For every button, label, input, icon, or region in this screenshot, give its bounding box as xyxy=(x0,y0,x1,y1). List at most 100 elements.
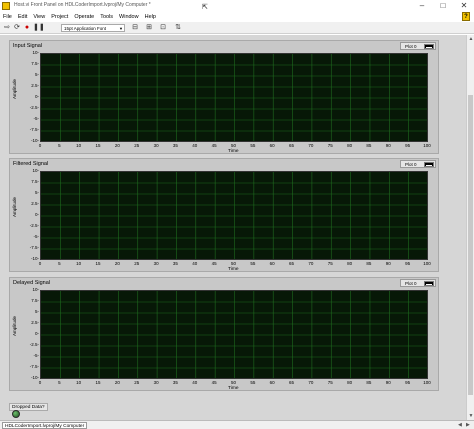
menu-operate[interactable]: Operate xyxy=(74,14,94,20)
menu-edit[interactable]: Edit xyxy=(18,14,27,20)
y-tick-label: -2.5- xyxy=(29,223,39,228)
x-tick-label: 65 xyxy=(289,143,295,148)
mouse-cursor-icon: ⇱ xyxy=(202,4,208,11)
y-tick-label: -2.5- xyxy=(29,342,39,347)
scrollbar-thumb[interactable] xyxy=(468,95,473,395)
x-tick-label: 95 xyxy=(405,380,411,385)
x-tick-label: 10 xyxy=(76,380,82,385)
close-button[interactable]: ✕ xyxy=(454,0,474,12)
x-tick-label: 5 xyxy=(58,143,61,148)
y-tick-label: 0- xyxy=(34,212,39,217)
x-tick-label: 75 xyxy=(327,143,333,148)
plot-line-swatch-icon xyxy=(424,281,434,286)
y-tick-label: 10- xyxy=(32,50,39,55)
run-continuously-icon[interactable]: ⟳ xyxy=(13,23,21,32)
plot-grid xyxy=(41,291,427,378)
x-tick-label: 85 xyxy=(366,261,372,266)
menu-file[interactable]: File xyxy=(3,14,12,20)
delayed-signal-graph[interactable]: Delayed Signal Plot 0 Amplitude 10- 7.5- 5… xyxy=(9,277,439,391)
x-axis-label: Time xyxy=(228,267,239,272)
y-tick-label: 2.5- xyxy=(31,83,39,88)
scroll-right-icon[interactable]: ▶ xyxy=(466,422,470,428)
x-axis-label: Time xyxy=(228,149,239,154)
x-tick-label: 65 xyxy=(289,380,295,385)
x-tick-label: 60 xyxy=(269,261,275,266)
align-objects-icon[interactable]: ⊟ xyxy=(130,23,140,32)
legend-plot-name: Plot 0 xyxy=(405,162,417,167)
plot-area[interactable] xyxy=(40,53,428,142)
x-tick-label: 20 xyxy=(114,143,120,148)
y-axis-label: Amplitude xyxy=(12,315,17,336)
scroll-up-icon[interactable]: ▲ xyxy=(467,35,474,43)
scroll-left-icon[interactable]: ◀ xyxy=(458,422,462,428)
x-tick-label: 100 xyxy=(423,380,431,385)
menu-project[interactable]: Project xyxy=(51,14,68,20)
distribute-objects-icon[interactable]: ⊞ xyxy=(144,23,154,32)
maximize-button[interactable]: □ xyxy=(433,0,453,12)
x-tick-label: 0 xyxy=(38,143,42,148)
vertical-scrollbar[interactable]: ▲ ▼ xyxy=(466,35,474,420)
x-tick-label: 85 xyxy=(366,380,372,385)
x-tick-label: 75 xyxy=(327,261,333,266)
x-tick-label: 0 xyxy=(38,261,42,266)
x-tick-label: 70 xyxy=(308,261,314,266)
y-tick-label: -7.5- xyxy=(29,245,39,250)
x-tick-label: 15 xyxy=(95,261,101,266)
plot-legend[interactable]: Plot 0 xyxy=(400,42,436,50)
input-signal-graph[interactable]: Input Signal Plot 0 Amplitude 10- 7.5- 5- 2… xyxy=(9,40,439,154)
context-help-icon[interactable]: ? xyxy=(462,12,470,21)
window-title: Host.vi Front Panel on HDLCoderImport.lv… xyxy=(14,2,151,8)
x-tick-label: 25 xyxy=(134,380,140,385)
x-tick-label: 50 xyxy=(230,143,236,148)
x-tick-label: 25 xyxy=(134,143,140,148)
x-tick-label: 30 xyxy=(153,261,159,266)
filtered-signal-graph[interactable]: Filtered Signal Plot 0 Amplitude 10- 7.5-… xyxy=(9,158,439,272)
scroll-down-icon[interactable]: ▼ xyxy=(467,412,474,420)
menu-view[interactable]: View xyxy=(33,14,45,20)
project-path: HDLCoderImport.lvproj/My Computer xyxy=(2,422,88,429)
x-tick-label: 80 xyxy=(347,380,353,385)
x-tick-label: 20 xyxy=(114,261,120,266)
pause-icon[interactable]: ❚❚ xyxy=(33,23,45,32)
plot-area[interactable] xyxy=(40,171,428,260)
plot-grid xyxy=(41,54,427,141)
x-tick-label: 55 xyxy=(250,143,256,148)
x-tick-label: 0 xyxy=(38,380,42,385)
menu-bar: File Edit View Project Operate Tools Win… xyxy=(0,12,474,22)
x-tick-label: 40 xyxy=(192,143,198,148)
graph-label: Filtered Signal xyxy=(13,161,49,167)
y-tick-label: -5- xyxy=(33,234,40,239)
x-tick-label: 15 xyxy=(95,380,101,385)
status-bar: HDLCoderImport.lvproj/My Computer ◀ ▶ xyxy=(0,420,474,429)
y-tick-label: 5- xyxy=(34,190,39,195)
reorder-icon[interactable]: ⇅ xyxy=(172,23,184,32)
x-tick-label: 35 xyxy=(172,261,178,266)
plot-line-swatch-icon xyxy=(424,44,434,49)
minimize-button[interactable]: – xyxy=(412,0,432,12)
legend-plot-name: Plot 0 xyxy=(405,44,417,49)
resize-objects-icon[interactable]: ⊡ xyxy=(158,23,168,32)
x-tick-label: 55 xyxy=(250,261,256,266)
x-tick-label: 25 xyxy=(134,261,140,266)
plot-legend[interactable]: Plot 0 xyxy=(400,279,436,287)
graph-label: Delayed Signal xyxy=(13,280,50,286)
y-tick-label: -5- xyxy=(33,353,40,358)
x-tick-label: 80 xyxy=(347,261,353,266)
legend-plot-name: Plot 0 xyxy=(405,281,417,286)
x-tick-label: 50 xyxy=(230,261,236,266)
plot-area[interactable] xyxy=(40,290,428,379)
abort-icon[interactable]: ● xyxy=(23,23,31,32)
y-axis-label: Amplitude xyxy=(12,196,17,217)
run-arrow-icon[interactable]: ⇨ xyxy=(3,23,11,32)
y-axis-label: Amplitude xyxy=(12,78,17,99)
x-tick-label: 95 xyxy=(405,261,411,266)
font-select[interactable]: 15pt Application Font ▼ xyxy=(61,24,125,32)
y-tick-label: 5- xyxy=(34,309,39,314)
y-tick-label: 10- xyxy=(32,168,39,173)
menu-window[interactable]: Window xyxy=(119,14,139,20)
menu-help[interactable]: Help xyxy=(145,14,156,20)
x-tick-label: 90 xyxy=(385,380,391,385)
plot-legend[interactable]: Plot 0 xyxy=(400,160,436,168)
menu-tools[interactable]: Tools xyxy=(100,14,113,20)
x-tick-label: 40 xyxy=(192,380,198,385)
